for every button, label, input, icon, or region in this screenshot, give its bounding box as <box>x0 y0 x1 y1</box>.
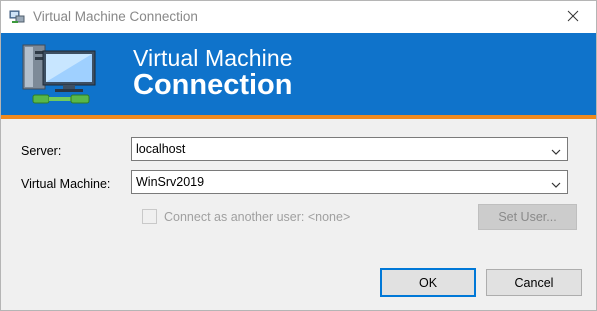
connect-other-user-checkbox[interactable] <box>142 209 157 224</box>
vm-combobox[interactable]: WinSrv2019 <box>131 170 568 194</box>
set-user-button[interactable]: Set User... <box>478 204 577 230</box>
server-value: localhost <box>136 142 186 156</box>
chevron-down-icon <box>551 178 561 188</box>
vm-value: WinSrv2019 <box>136 175 205 189</box>
banner-title-line2: Connection <box>133 69 293 101</box>
connect-other-user-label: Connect as another user: <none> <box>164 210 351 224</box>
title-bar: Virtual Machine Connection <box>1 1 596 33</box>
server-combobox[interactable]: localhost <box>131 137 568 161</box>
vm-connect-icon <box>9 9 25 25</box>
banner-title-line1: Virtual Machine <box>133 45 293 71</box>
vm-connection-dialog: Virtual Machine Connection Virtual Machi… <box>0 0 597 311</box>
server-label: Server: <box>21 144 62 158</box>
vm-label: Virtual Machine: <box>21 177 111 191</box>
ok-button[interactable]: OK <box>380 268 476 297</box>
computer-network-icon <box>15 41 105 111</box>
banner-stripe <box>1 115 596 119</box>
close-button[interactable] <box>550 1 596 33</box>
close-icon <box>567 10 579 25</box>
chevron-down-icon <box>551 145 561 155</box>
window-title: Virtual Machine Connection <box>33 9 198 24</box>
cancel-button[interactable]: Cancel <box>486 269 582 296</box>
